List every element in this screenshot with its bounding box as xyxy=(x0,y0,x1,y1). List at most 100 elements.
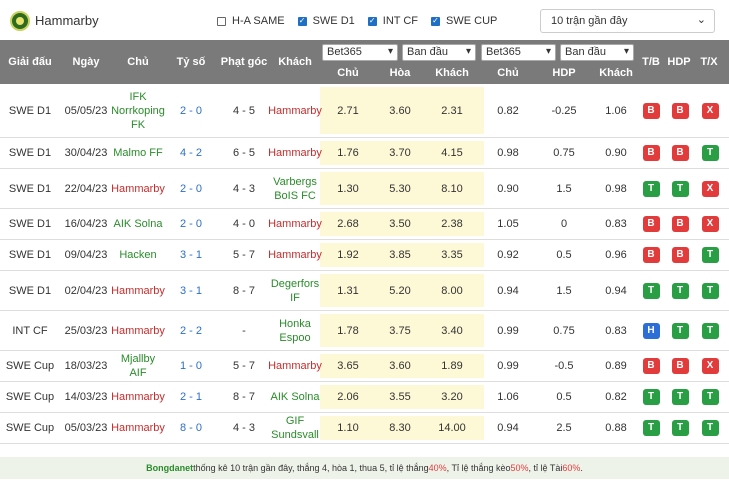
result-cell-hr: B xyxy=(671,84,689,137)
filter-swe-cup[interactable]: SWE CUP xyxy=(431,15,497,27)
cell-home[interactable]: Hacken xyxy=(112,240,164,270)
result-cell-tx: T xyxy=(701,382,719,412)
cell-h: 2.68 xyxy=(337,218,359,230)
chevron-down-icon: ⌄ xyxy=(696,14,706,26)
cell-away[interactable]: Hammarby xyxy=(268,351,322,381)
cell-away[interactable]: Hammarby xyxy=(268,240,322,270)
cell-score[interactable]: 2 - 0 xyxy=(164,209,218,239)
result-badge: T xyxy=(671,322,689,339)
cell-h: 1.10 xyxy=(337,422,359,434)
cell-score[interactable]: 2 - 0 xyxy=(164,169,218,208)
cell-home[interactable]: Malmo FF xyxy=(112,138,164,168)
cell-home[interactable]: Hammarby xyxy=(111,311,165,350)
cell-date: 09/04/23 xyxy=(64,249,108,261)
col-hdp-result: HDP xyxy=(667,56,691,68)
cell-corners: 5 - 7 xyxy=(232,249,255,261)
cell-hh: 1.06 xyxy=(497,391,519,403)
cell-away[interactable]: Degerfors IF xyxy=(270,271,320,310)
checkbox-checked-icon[interactable] xyxy=(431,16,441,26)
cell-a: 8.10 xyxy=(441,182,463,195)
cell-home[interactable]: Hammarby xyxy=(111,169,165,208)
col-date: Ngày xyxy=(72,56,100,68)
team-logo-icon xyxy=(10,11,30,31)
cell-league: SWE D1 xyxy=(8,104,52,117)
result-badge: B xyxy=(642,358,660,374)
result-cell-hr: B xyxy=(671,351,689,381)
table-row: INT CF 25/03/23 Hammarby 2 - 2 - Honka Espoo 1… xyxy=(0,311,729,351)
cell-hdp: 1.5 xyxy=(556,284,572,297)
cell-home[interactable]: IFK Norrkoping FK xyxy=(111,84,165,137)
filter-int-cf[interactable]: INT CF xyxy=(367,15,418,27)
cell-hdp: 0.5 xyxy=(556,249,572,261)
brand-link[interactable]: Bongdanet xyxy=(146,463,193,473)
col-hdp-home: Chủ xyxy=(497,67,519,79)
result-cell-tb: T xyxy=(642,413,660,443)
cell-h: 1.92 xyxy=(337,249,359,261)
cell-home[interactable]: AIK Solna xyxy=(112,209,164,239)
cell-home[interactable]: Hammarby xyxy=(111,413,165,443)
bookmaker1-select[interactable]: Bet365 ▾ xyxy=(322,44,398,61)
period2-select[interactable]: Ban đầu ▾ xyxy=(560,44,634,61)
cell-hh: 1.05 xyxy=(497,218,519,230)
cell-home[interactable]: Hammarby xyxy=(111,271,165,310)
filter-h-a-same[interactable]: H-A SAME xyxy=(217,15,285,27)
cell-score[interactable]: 1 - 0 xyxy=(164,351,218,381)
cell-score[interactable]: 3 - 1 xyxy=(164,271,218,310)
cell-score[interactable]: 3 - 1 xyxy=(164,240,218,270)
match-range-select[interactable]: 10 trận gần đây ⌄ xyxy=(540,9,715,33)
cell-ha: 0.90 xyxy=(605,147,627,159)
cell-score[interactable]: 8 - 0 xyxy=(164,413,218,443)
cell-date: 05/03/23 xyxy=(64,422,108,434)
cell-a: 2.38 xyxy=(441,218,463,230)
result-badge: T xyxy=(671,389,689,405)
checkbox-icon[interactable] xyxy=(217,16,226,26)
cell-date: 16/04/23 xyxy=(64,218,108,230)
filter-swe-d1[interactable]: SWE D1 xyxy=(297,15,355,27)
result-badge: T xyxy=(642,389,660,405)
bookmaker2-select[interactable]: Bet365 ▾ xyxy=(481,44,556,61)
cell-score[interactable]: 2 - 0 xyxy=(164,84,218,137)
cell-away[interactable]: Hammarby xyxy=(268,138,322,168)
over-rate: 60% xyxy=(562,463,581,473)
result-badge: X xyxy=(701,216,719,232)
league-filters: H-A SAME SWE D1 INT CF SWE CUP xyxy=(217,15,510,27)
cell-score[interactable]: 2 - 2 xyxy=(164,311,218,350)
result-badge: X xyxy=(701,180,719,197)
result-badge: T xyxy=(642,180,660,197)
cell-away[interactable]: AIK Solna xyxy=(270,382,320,412)
checkbox-checked-icon[interactable] xyxy=(367,16,377,26)
cell-h: 1.78 xyxy=(337,324,359,337)
cell-away[interactable]: Hammarby xyxy=(268,209,322,239)
cell-d: 3.60 xyxy=(389,104,411,117)
cell-score[interactable]: 4 - 2 xyxy=(164,138,218,168)
cell-hdp: 2.5 xyxy=(556,422,572,434)
result-badge: X xyxy=(701,102,719,119)
cell-d: 5.30 xyxy=(389,182,411,195)
cell-ha: 0.88 xyxy=(605,422,627,434)
cell-home[interactable]: Mjallby AIF xyxy=(112,351,164,381)
cell-date: 05/05/23 xyxy=(64,104,108,117)
cell-home[interactable]: Hammarby xyxy=(111,382,165,412)
cell-score[interactable]: 2 - 1 xyxy=(164,382,218,412)
chevron-down-icon: ▾ xyxy=(545,46,551,57)
result-cell-hr: T xyxy=(671,169,689,208)
cell-corners: 4 - 3 xyxy=(232,182,255,195)
cell-away[interactable]: Honka Espoo xyxy=(270,311,320,350)
cell-hh: 0.99 xyxy=(497,324,519,337)
cell-away[interactable]: Hammarby xyxy=(268,84,322,137)
period1-select[interactable]: Ban đầu ▾ xyxy=(402,44,476,61)
result-badge: T xyxy=(701,247,719,263)
cell-a: 4.15 xyxy=(441,147,463,159)
cell-h: 1.31 xyxy=(337,284,359,297)
result-cell-tx: T xyxy=(701,138,719,168)
cell-away[interactable]: GIF Sundsvall xyxy=(270,413,320,443)
table-row: SWE D1 05/05/23 IFK Norrkoping FK 2 - 0 4 - … xyxy=(0,84,729,138)
cell-d: 3.85 xyxy=(389,249,411,261)
result-cell-tx: X xyxy=(701,169,719,208)
cell-a: 3.35 xyxy=(441,249,463,261)
result-badge: T xyxy=(671,282,689,299)
cell-hdp: -0.25 xyxy=(551,104,577,117)
cell-away[interactable]: Varbergs BoIS FC xyxy=(270,169,320,208)
checkbox-checked-icon[interactable] xyxy=(297,16,307,26)
cell-league: SWE Cup xyxy=(5,360,55,372)
